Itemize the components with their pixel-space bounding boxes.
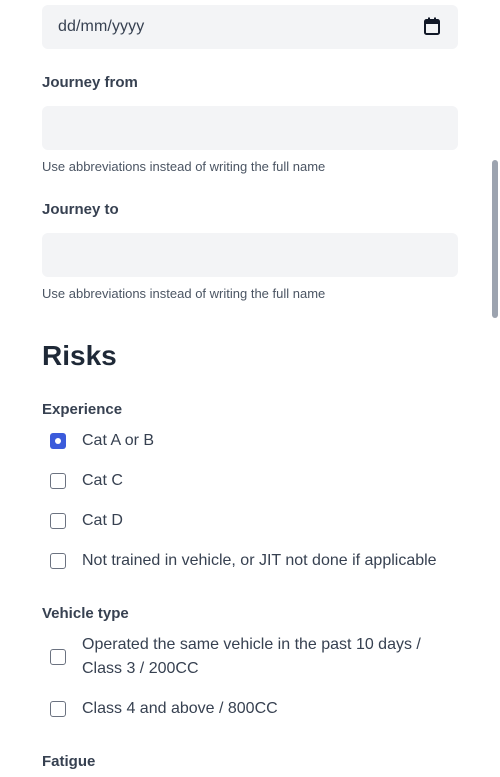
radio-checked-icon[interactable] xyxy=(50,433,66,449)
vehicle-option-same-vehicle[interactable]: Operated the same vehicle in the past 10… xyxy=(42,633,442,681)
option-label: Class 4 and above / 800CC xyxy=(82,700,278,717)
option-label: Not trained in vehicle, or JIT not done … xyxy=(82,552,437,569)
checkbox[interactable] xyxy=(50,649,66,665)
experience-option-cat-a-b[interactable]: Cat A or B xyxy=(42,429,442,453)
risks-heading: Risks xyxy=(42,340,117,371)
option-label: Cat D xyxy=(82,512,123,529)
calendar-icon[interactable] xyxy=(424,17,440,35)
date-input[interactable]: dd/mm/yyyy xyxy=(42,5,458,49)
journey-to-input[interactable] xyxy=(42,233,458,277)
journey-from-label: Journey from xyxy=(42,74,138,91)
experience-option-cat-c[interactable]: Cat C xyxy=(42,469,442,493)
vehicle-type-label: Vehicle type xyxy=(42,605,129,622)
checkbox[interactable] xyxy=(50,513,66,529)
experience-option-cat-d[interactable]: Cat D xyxy=(42,509,442,533)
date-placeholder: dd/mm/yyyy xyxy=(58,18,145,35)
journey-to-label: Journey to xyxy=(42,201,119,218)
option-label: Cat C xyxy=(82,472,123,489)
experience-label: Experience xyxy=(42,401,123,418)
option-label: Cat A or B xyxy=(82,432,155,449)
checkbox[interactable] xyxy=(50,553,66,569)
option-label: Operated the same vehicle in the past 10… xyxy=(82,636,421,677)
checkbox[interactable] xyxy=(50,473,66,489)
fatigue-label: Fatigue xyxy=(42,753,96,770)
journey-to-help: Use abbreviations instead of writing the… xyxy=(42,286,326,301)
journey-from-help: Use abbreviations instead of writing the… xyxy=(42,159,326,174)
journey-from-input[interactable] xyxy=(42,106,458,150)
scrollbar[interactable] xyxy=(492,160,498,318)
checkbox[interactable] xyxy=(50,701,66,717)
vehicle-option-class-4[interactable]: Class 4 and above / 800CC xyxy=(42,697,442,721)
form-page: dd/mm/yyyy Journey from Use abbreviation… xyxy=(0,0,500,777)
experience-option-not-trained[interactable]: Not trained in vehicle, or JIT not done … xyxy=(42,549,462,573)
